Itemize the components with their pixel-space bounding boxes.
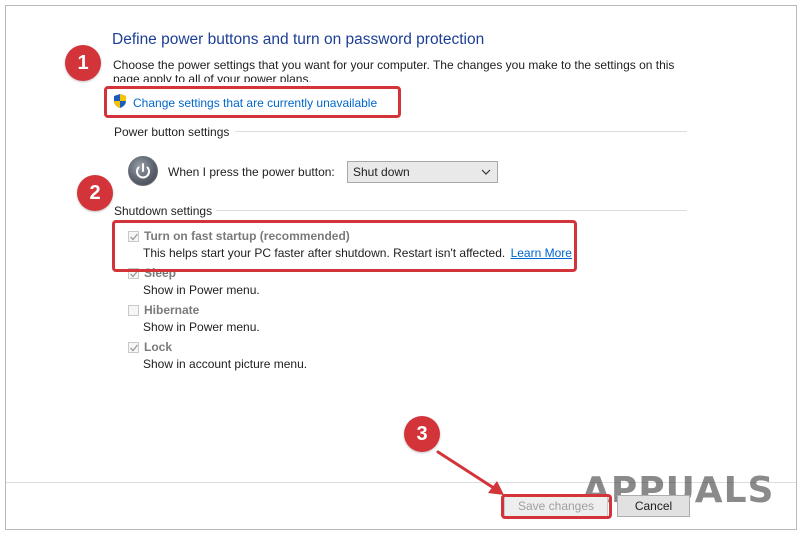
shutdown-settings-heading: Shutdown settings (114, 204, 213, 218)
hibernate-description: Show in Power menu. (143, 320, 260, 334)
cancel-button[interactable]: Cancel (617, 495, 690, 517)
step-badge-3: 3 (404, 416, 440, 452)
step-badge-2: 2 (77, 175, 113, 211)
step-badge-1: 1 (65, 45, 101, 81)
section-divider (216, 210, 687, 211)
hibernate-label: Hibernate (144, 303, 200, 317)
chevron-down-icon (481, 166, 491, 181)
highlight-box-fast-startup (112, 220, 577, 272)
sleep-description: Show in Power menu. (143, 283, 260, 297)
arrow-icon (436, 450, 504, 495)
select-value: Shut down (353, 165, 410, 179)
power-button-label: When I press the power button: (168, 165, 335, 179)
lock-label: Lock (144, 340, 173, 354)
lock-description: Show in account picture menu. (143, 357, 308, 371)
page-description: Choose the power settings that you want … (113, 58, 675, 82)
power-button-action-select[interactable]: Shut down (347, 161, 498, 183)
section-divider (235, 131, 687, 132)
highlight-box-change-settings (104, 86, 401, 118)
hibernate-checkbox[interactable] (128, 305, 139, 316)
power-icon (128, 156, 158, 186)
page-title: Define power buttons and turn on passwor… (112, 31, 485, 48)
power-button-settings-heading: Power button settings (114, 125, 230, 139)
lock-checkbox[interactable] (128, 342, 139, 353)
